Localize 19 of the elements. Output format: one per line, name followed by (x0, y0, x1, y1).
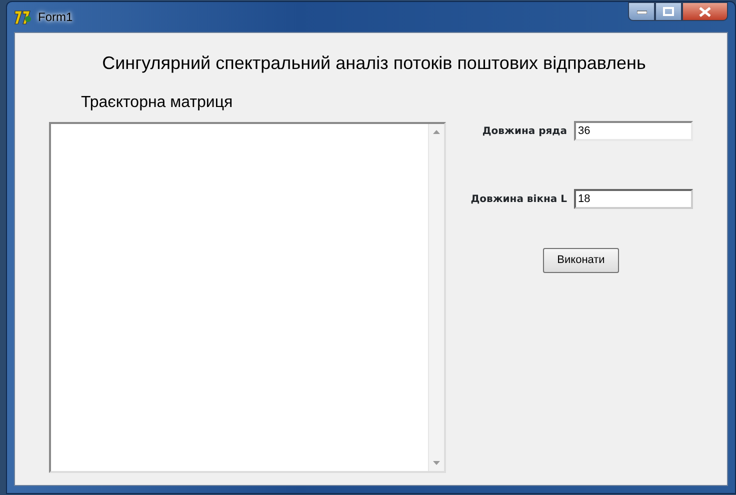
maximize-button[interactable] (655, 2, 682, 21)
close-icon (699, 6, 711, 16)
close-button[interactable] (682, 2, 728, 21)
text-field[interactable]: 18 (574, 189, 693, 209)
scrollbar[interactable] (428, 124, 444, 471)
maximize-icon (663, 7, 674, 16)
field-label: Довжина ряда (482, 124, 567, 138)
form-heading: Сингулярний спектральний аналіз потоків поштових відправлень (101, 52, 647, 75)
scroll-down-icon[interactable] (433, 461, 440, 465)
matrix-label: Траєкторна матриця (81, 93, 234, 113)
run-button[interactable]: Виконати (543, 248, 619, 273)
scroll-up-icon[interactable] (433, 130, 440, 134)
matrix-memo[interactable] (49, 122, 446, 473)
minimize-button[interactable] (628, 2, 655, 21)
app-icon (14, 9, 32, 25)
minimize-icon (636, 10, 646, 14)
field-label: Довжина вікна L (470, 192, 567, 206)
text-field[interactable]: 36 (574, 121, 693, 141)
window-title: Form1 (38, 9, 73, 26)
